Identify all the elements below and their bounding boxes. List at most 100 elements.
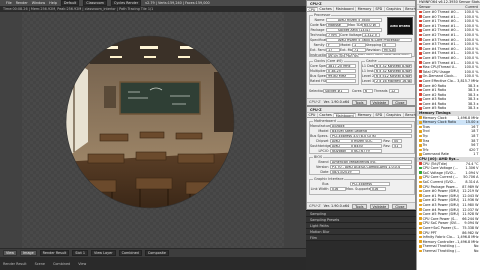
family-label: Family xyxy=(313,43,325,48)
blender-statusbar: Render Result Scene Combined View xyxy=(0,257,306,270)
sensor-name-text: Core #5 Thread #1... xyxy=(422,60,459,65)
image-header-item[interactable]: View Layer xyxy=(91,250,116,256)
tab-strip: CPU Caches Mainboard Memory SPD Graphics Bench… xyxy=(307,7,433,12)
sensor-column-header[interactable]: Sensor xyxy=(419,5,431,9)
menu-item[interactable]: Default xyxy=(60,0,80,6)
sensor-icon xyxy=(419,139,422,142)
statusbar-item[interactable]: Scene xyxy=(35,262,45,266)
instructions-value: MMX(+), SSE, SSE2, SSE3, SSSE3, SSE4.1, … xyxy=(326,52,412,58)
codename-label: Code Name xyxy=(310,23,330,28)
voltage-label: Core Voltage xyxy=(340,33,362,38)
busspeed-value: 99.80 MHz xyxy=(326,74,356,79)
tools-button[interactable]: Tools xyxy=(352,99,367,105)
l2-way: 8-way xyxy=(400,74,412,79)
usage-icon xyxy=(419,70,422,74)
usage-icon xyxy=(419,79,422,83)
group-label: Clocks (Core #0) xyxy=(313,59,344,63)
usage-icon xyxy=(419,15,422,18)
sensor-name-text: CPU Core Voltage (... xyxy=(422,166,458,171)
menu-item[interactable]: Render xyxy=(16,1,28,5)
menu-item[interactable]: v2.79 | Verts:159,240 | Faces:159,000 xyxy=(145,1,210,5)
statusbar-item[interactable]: Render Result xyxy=(3,262,27,266)
sensor-name-text: Memory Timings xyxy=(419,111,451,116)
tab-cpu[interactable]: CPU xyxy=(307,113,318,117)
blender-window: File Render Window Help Default Classroom Cycl… xyxy=(0,0,306,270)
bios-version-value: P3.70 - AMD AGESA Combo-AM4 1.0.0.4 xyxy=(330,165,412,170)
sensor-name-text: Core #3 Power (SMU) xyxy=(422,202,460,207)
usage-icon xyxy=(419,10,422,14)
sensor-name-text: On-Demand Clock... xyxy=(422,74,457,79)
busspeed-row: Bus Speed 99.80 MHz xyxy=(310,74,356,79)
statusbar-item[interactable]: View xyxy=(78,262,86,266)
tab-caches[interactable]: Caches xyxy=(318,113,335,117)
tools-button[interactable]: Tools xyxy=(352,203,367,209)
sensor-icon xyxy=(419,185,422,188)
maxsupported-value: x16 xyxy=(370,187,386,192)
cpuz-mainboard-window: CPU-Z CPU Caches Mainboard Memory SPD Graphic… xyxy=(306,106,433,210)
technology-label: Technology xyxy=(310,33,329,38)
menu-item[interactable]: Classroom xyxy=(83,0,107,6)
menu-item[interactable]: File xyxy=(6,1,12,5)
group-label: Graphic Interface xyxy=(313,177,345,181)
sensor-name-text: Trp xyxy=(422,134,428,139)
spec-label: Specification xyxy=(310,38,332,43)
current-column-header[interactable]: Current xyxy=(465,5,478,9)
tab-graphics[interactable]: Graphics xyxy=(385,113,404,117)
close-button[interactable]: Close xyxy=(392,99,408,105)
ratedfsb-value xyxy=(326,79,356,84)
statusbar-item[interactable]: Combined xyxy=(53,262,70,266)
cpuz-logo: CPU-Z xyxy=(309,100,321,104)
sensor-name-text: Core #4 Power (SMU) xyxy=(422,207,460,212)
image-header-item[interactable]: Slot 1 xyxy=(72,250,89,256)
close-button[interactable]: Close xyxy=(392,203,408,209)
sensor-name-text: Command Rate xyxy=(422,152,449,157)
render-viewport[interactable] xyxy=(0,12,306,248)
panel-section[interactable]: Film xyxy=(306,235,416,241)
image-header-item[interactable]: Image xyxy=(20,250,37,256)
usage-icon xyxy=(419,93,422,96)
gi-bus-row: Bus PCI-Express xyxy=(310,182,390,187)
sensor-name-text: Core #0 Power (SMU) xyxy=(422,189,460,194)
usage-icon xyxy=(419,102,422,106)
sensor-icon xyxy=(419,240,422,243)
sensor-row[interactable]: Thermal Throttling (... No xyxy=(417,249,480,254)
usage-icon xyxy=(419,65,422,69)
usage-icon xyxy=(419,84,422,87)
image-header-item[interactable]: View xyxy=(3,250,18,256)
sensor-name: Thermal Throttling (... xyxy=(419,249,460,254)
voltage-icon xyxy=(419,171,422,175)
version-label: Ver. 1.90.0.x64 xyxy=(323,100,350,104)
tab-memory[interactable]: Memory xyxy=(356,7,374,11)
sensor-name-text: Memory Controller ... xyxy=(422,239,458,244)
menu-item[interactable]: Cycles Render xyxy=(110,0,142,6)
tab-memory[interactable]: Memory xyxy=(356,113,374,117)
tab-mainboard[interactable]: Mainboard xyxy=(334,113,357,118)
spec-row: Specification AMD Ryzen 5 3600 6-Core Pr… xyxy=(310,38,412,43)
tab-mainboard[interactable]: Mainboard xyxy=(334,7,357,11)
tab-spd[interactable]: SPD xyxy=(374,113,385,117)
sensor-name-text: Core #1 Thread #1... xyxy=(422,23,459,28)
menu-item[interactable]: Help xyxy=(49,1,57,5)
validate-button[interactable]: Validate xyxy=(369,203,390,209)
validate-button[interactable]: Validate xyxy=(369,99,390,105)
tab-caches[interactable]: Caches xyxy=(318,7,335,11)
cpuz-logo: CPU-Z xyxy=(309,204,321,208)
tab-graphics[interactable]: Graphics xyxy=(385,7,404,11)
chipset-row: Chipset AMD Ryzen SOC Rev. 00 xyxy=(310,139,402,144)
image-header-item[interactable]: Composite xyxy=(144,250,169,256)
sensor-current-value: 38.3 x xyxy=(467,106,479,111)
bios-version-row: Version P3.70 - AMD AGESA Combo-AM4 1.0.… xyxy=(310,165,412,170)
sensor-icon xyxy=(419,194,422,198)
model-value: B450M Steel Legend xyxy=(330,129,412,134)
maxtdp-label: Max TDP xyxy=(348,23,363,28)
menu-item[interactable]: Window xyxy=(32,1,45,5)
selection-dropdown[interactable]: Socket #1 xyxy=(323,89,349,94)
image-header-item[interactable]: Render Result xyxy=(39,250,70,256)
multiplier-row: Multiplier x 38.25 xyxy=(310,69,356,74)
tab-spd[interactable]: SPD xyxy=(374,7,385,11)
image-header-item[interactable]: Combined xyxy=(118,250,142,256)
tab-cpu[interactable]: CPU xyxy=(307,7,318,12)
brand-value: American Megatrends Inc. xyxy=(330,160,412,165)
cores-label: Cores xyxy=(351,89,362,94)
sensor-list[interactable]: Core #0 Thread #0... 100.0 % Core #0 Threa… xyxy=(417,10,480,253)
